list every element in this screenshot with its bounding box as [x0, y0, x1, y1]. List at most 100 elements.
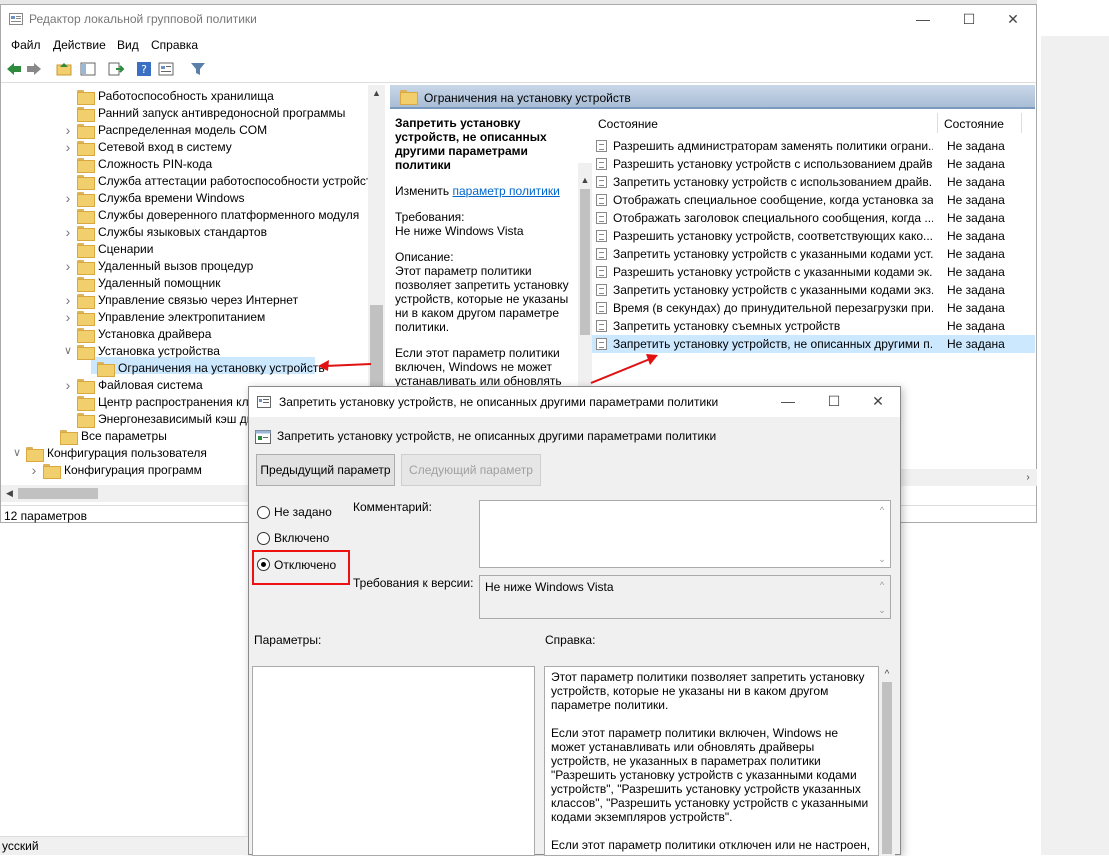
radio-enabled[interactable] [257, 532, 270, 545]
scroll-left-arrow-icon[interactable]: ◀ [1, 485, 18, 502]
policy-row[interactable]: Запретить установку устройств с указанны… [592, 281, 1035, 299]
tree-item[interactable]: Работоспособность хранилища [1, 88, 381, 105]
folder-icon [400, 90, 418, 105]
policy-name: Разрешить установку устройств с использо… [613, 157, 933, 171]
tree-item-label: Служба времени Windows [98, 191, 245, 205]
column-header-name[interactable]: Состояние [598, 117, 658, 131]
setting-icon [255, 430, 271, 444]
expand-chevron-icon[interactable]: › [63, 190, 73, 207]
show-hide-tree-icon[interactable] [79, 60, 97, 78]
help-icon[interactable]: ? [135, 60, 153, 78]
properties-icon[interactable] [157, 60, 175, 78]
policy-row[interactable]: Разрешить установку устройств, соответст… [592, 227, 1035, 245]
tree-item[interactable]: Службы доверенного платформенного модуля [1, 207, 381, 224]
tree-item[interactable]: › Служба времени Windows [1, 190, 381, 207]
background-window [1037, 0, 1109, 855]
scroll-thumb[interactable] [580, 189, 590, 335]
expand-chevron-icon[interactable]: › [29, 462, 39, 479]
params-label: Параметры: [254, 633, 322, 647]
forward-arrow-icon[interactable] [25, 60, 43, 78]
previous-setting-button[interactable]: Предыдущий параметр [256, 454, 395, 486]
column-header-state[interactable]: Состояние [944, 117, 1004, 131]
minimize-button[interactable]: — [900, 5, 946, 35]
next-setting-button[interactable]: Следующий параметр [401, 454, 541, 486]
menu-bar: Файл Действие Вид Справка [1, 35, 1036, 57]
scroll-up-arrow-icon[interactable]: ^ [879, 669, 895, 680]
menu-help[interactable]: Справка [151, 38, 198, 52]
category-title: Ограничения на установку устройств [424, 91, 631, 105]
tree-item-label: Ограничения на установку устройств [118, 361, 325, 375]
policy-name: Запретить установку устройств с указанны… [613, 247, 933, 261]
tree-item-label: Управление электропитанием [98, 310, 266, 324]
tree-item[interactable]: › Сетевой вход в систему [1, 139, 381, 156]
toolbar: ? [1, 57, 1036, 83]
tree-item[interactable]: Ранний запуск антивредоносной программы [1, 105, 381, 122]
policy-row[interactable]: Разрешить установку устройств с указанны… [592, 263, 1035, 281]
expand-chevron-icon[interactable]: › [63, 309, 73, 326]
expand-chevron-icon[interactable]: › [63, 122, 73, 139]
folder-icon [77, 192, 95, 207]
policy-row[interactable]: Отображать специальное сообщение, когда … [592, 191, 1035, 209]
policy-name: Разрешить администраторам заменять полит… [613, 139, 933, 153]
dialog-close-button[interactable]: ✕ [855, 387, 901, 417]
policy-row[interactable]: Запретить установку съемных устройств Не … [592, 317, 1035, 335]
expand-chevron-icon[interactable]: › [63, 258, 73, 275]
hscroll-thumb[interactable] [18, 488, 98, 499]
scroll-thumb[interactable] [882, 682, 892, 854]
tree-item-label: Распределенная модель COM [98, 123, 268, 137]
app-icon [9, 13, 23, 25]
menu-file[interactable]: Файл [11, 38, 41, 52]
tree-item[interactable]: › Службы языковых стандартов [1, 224, 381, 241]
policy-row[interactable]: Отображать заголовок специального сообще… [592, 209, 1035, 227]
tree-item[interactable]: Сложность PIN-кода [1, 156, 381, 173]
expand-chevron-icon[interactable]: › [63, 377, 73, 394]
tree-item[interactable]: › Распределенная модель COM [1, 122, 381, 139]
radio-not-set[interactable] [257, 506, 270, 519]
tree-item-label: Работоспособность хранилища [98, 89, 274, 103]
tree-item[interactable]: Служба аттестации работоспособности устр… [1, 173, 381, 190]
description-panel: Запретить установку устройств, не описан… [390, 111, 580, 396]
comment-textarea[interactable]: ^ ⌄ [479, 500, 891, 568]
close-button[interactable]: ✕ [990, 5, 1036, 35]
menu-view[interactable]: Вид [117, 38, 139, 52]
tree-item[interactable]: Сценарии [1, 241, 381, 258]
policy-row[interactable]: Время (в секундах) до принудительной пер… [592, 299, 1035, 317]
tree-item[interactable]: › Управление электропитанием [1, 309, 381, 326]
policy-row[interactable]: Разрешить администраторам заменять полит… [592, 137, 1035, 155]
tree-item-label: Удаленный помощник [98, 276, 221, 290]
policy-state: Не задана [947, 337, 1005, 351]
menu-action[interactable]: Действие [53, 38, 106, 52]
filter-icon[interactable] [189, 60, 207, 78]
dialog-maximize-button[interactable]: ☐ [811, 387, 857, 417]
tree-item-label: Службы доверенного платформенного модуля [98, 208, 360, 222]
scroll-up-arrow-icon[interactable]: ▲ [368, 85, 385, 102]
policy-row[interactable]: Разрешить установку устройств с использо… [592, 155, 1035, 173]
edit-policy-link[interactable]: параметр политики [452, 184, 559, 198]
tree-item-label: Конфигурация пользователя [47, 446, 207, 460]
policy-setting-icon [596, 248, 607, 260]
tree-item[interactable]: Установка драйвера [1, 326, 381, 343]
folder-icon [77, 379, 95, 394]
scroll-up-arrow-icon[interactable]: ▲ [578, 175, 592, 185]
tree-item[interactable]: Удаленный помощник [1, 275, 381, 292]
policy-state: Не задана [947, 265, 1005, 279]
scroll-right-arrow-icon[interactable]: › [1021, 469, 1035, 486]
tree-item[interactable]: › Удаленный вызов процедур [1, 258, 381, 275]
back-arrow-icon[interactable] [5, 60, 23, 78]
tree-item-label: Установка устройства [98, 344, 220, 358]
tree-item[interactable]: › Управление связью через Интернет [1, 292, 381, 309]
policy-name: Время (в секундах) до принудительной пер… [613, 301, 933, 315]
maximize-button[interactable]: ☐ [946, 5, 992, 35]
dialog-minimize-button[interactable]: — [765, 387, 811, 417]
expand-chevron-icon[interactable]: › [63, 292, 73, 309]
policy-row[interactable]: Запретить установку устройств с использо… [592, 173, 1035, 191]
export-list-icon[interactable] [107, 60, 125, 78]
collapse-chevron-icon[interactable]: ∨ [63, 343, 73, 360]
policy-row[interactable]: Запретить установку устройств с указанны… [592, 245, 1035, 263]
expand-chevron-icon[interactable]: › [63, 224, 73, 241]
help-scrollbar[interactable]: ^ [879, 666, 895, 856]
collapse-chevron-icon[interactable]: ∨ [12, 445, 22, 462]
expand-chevron-icon[interactable]: › [63, 139, 73, 156]
policy-state: Не задана [947, 229, 1005, 243]
up-folder-icon[interactable] [55, 60, 73, 78]
